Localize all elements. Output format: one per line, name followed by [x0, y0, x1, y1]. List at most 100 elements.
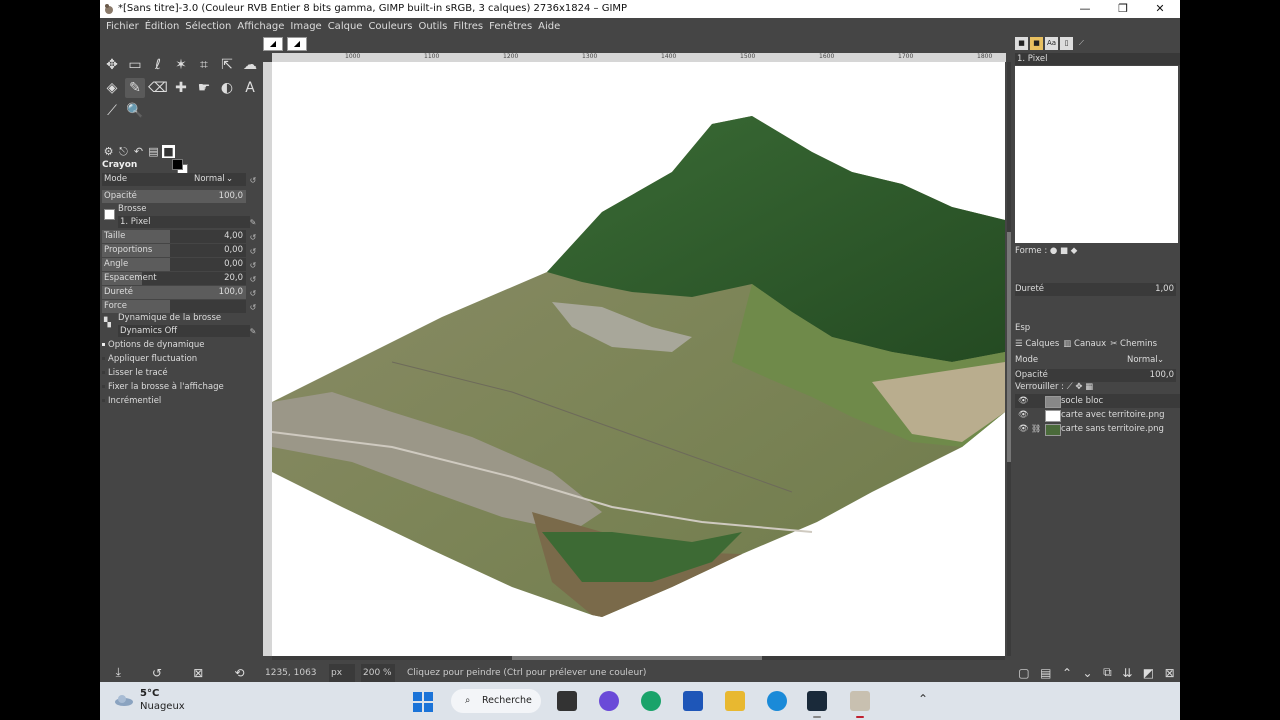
- documents-tab-icon[interactable]: ▯: [1060, 37, 1073, 50]
- image-tab-1[interactable]: ◢: [263, 37, 283, 51]
- mode-select[interactable]: Normal: [194, 173, 225, 186]
- maximize-button[interactable]: ❐: [1106, 0, 1140, 18]
- image-canvas[interactable]: [272, 62, 1005, 656]
- minimize-button[interactable]: —: [1068, 0, 1102, 18]
- visibility-eye-icon[interactable]: 👁: [1018, 394, 1029, 408]
- reset-size-icon[interactable]: ↺: [248, 231, 258, 242]
- tab-paths[interactable]: ✂ Chemins: [1110, 337, 1157, 351]
- menu-fichier[interactable]: Fichier: [103, 18, 142, 35]
- menu-fenetres[interactable]: Fenêtres: [486, 18, 535, 35]
- terminal-app-icon[interactable]: [807, 691, 827, 711]
- lock-brush-check[interactable]: Fixer la brosse à l'affichage: [102, 381, 224, 394]
- text-icon[interactable]: A: [240, 78, 260, 98]
- chain-icon[interactable]: ⛓: [1031, 422, 1041, 436]
- layer-row[interactable]: 👁 socle bloc: [1015, 394, 1180, 408]
- move-icon[interactable]: ✥: [102, 55, 122, 75]
- tab-layers[interactable]: ☰ Calques: [1015, 337, 1059, 351]
- task-view-icon[interactable]: [557, 691, 577, 711]
- visibility-eye-icon[interactable]: 👁: [1018, 422, 1029, 436]
- pencil-icon[interactable]: ✎: [125, 78, 145, 98]
- images-tab-icon[interactable]: ▤: [147, 145, 160, 158]
- brush-preview[interactable]: [1015, 66, 1178, 243]
- onedrive-icon[interactable]: [767, 691, 787, 711]
- menu-outils[interactable]: Outils: [415, 18, 450, 35]
- zoom-select[interactable]: 200 %: [361, 664, 395, 682]
- reset-spacing-icon[interactable]: ↺: [248, 273, 258, 284]
- lasso-icon[interactable]: ℓ: [148, 55, 168, 75]
- menu-image[interactable]: Image: [287, 18, 324, 35]
- smudge-icon[interactable]: ☛: [194, 78, 214, 98]
- tab-channels[interactable]: ▥ Canaux: [1063, 337, 1106, 351]
- smooth-stroke-check[interactable]: Lisser le tracé: [102, 367, 168, 380]
- active-tab-icon[interactable]: ■: [162, 145, 175, 158]
- reset-hardness-icon[interactable]: ↺: [248, 287, 258, 298]
- transform-icon[interactable]: ⇱: [217, 55, 237, 75]
- image-tab-2[interactable]: ◢: [287, 37, 307, 51]
- raise-layer-icon[interactable]: ⌃: [1062, 666, 1072, 680]
- brush-tab-icon[interactable]: ⟋: [1075, 37, 1088, 50]
- menu-selection[interactable]: Sélection: [182, 18, 234, 35]
- zoom-icon[interactable]: 🔍: [125, 101, 145, 121]
- edge-icon[interactable]: [641, 691, 661, 711]
- teams-icon[interactable]: [599, 691, 619, 711]
- foreground-color-swatch[interactable]: [172, 159, 183, 170]
- rect-select-icon[interactable]: ▭: [125, 55, 145, 75]
- heal-icon[interactable]: ✚: [171, 78, 191, 98]
- spacing-slider[interactable]: Espacement 20,0: [102, 272, 246, 285]
- menu-aide[interactable]: Aide: [535, 18, 563, 35]
- hardness-slider[interactable]: Dureté 100,0: [102, 286, 246, 299]
- menu-affichage[interactable]: Affichage: [234, 18, 287, 35]
- fuzzy-select-icon[interactable]: ✶: [171, 55, 191, 75]
- proportions-slider[interactable]: Proportions 0,00: [102, 244, 246, 257]
- brush-select[interactable]: 1. Pixel: [118, 216, 250, 228]
- reset-options-icon[interactable]: ⟲: [234, 666, 244, 680]
- layer-row[interactable]: 👁 ⛓ carte sans territoire.png: [1015, 422, 1180, 436]
- warp-icon[interactable]: ☁: [240, 55, 260, 75]
- tool-options-tab-icon[interactable]: ⚙: [102, 145, 115, 158]
- reset-icon[interactable]: ↺: [248, 174, 258, 185]
- restore-options-icon[interactable]: ↺: [152, 666, 162, 680]
- weather-condition[interactable]: Nuageux: [140, 701, 185, 712]
- reset-angle-icon[interactable]: ↺: [248, 259, 258, 270]
- cloud-icon[interactable]: [114, 694, 134, 706]
- reset-force-icon[interactable]: ↺: [248, 301, 258, 312]
- horizontal-scrollbar[interactable]: [272, 656, 1005, 660]
- menu-edition[interactable]: Édition: [142, 18, 183, 35]
- mask-icon[interactable]: ◩: [1143, 666, 1154, 680]
- brush-thumbnail[interactable]: [104, 209, 115, 220]
- duplicate-layer-icon[interactable]: ⧉: [1103, 665, 1112, 680]
- layer-mode-select[interactable]: Normal: [1127, 354, 1158, 367]
- undo-history-tab-icon[interactable]: ↶: [132, 145, 145, 158]
- lower-layer-icon[interactable]: ⌄: [1083, 666, 1093, 680]
- dyn-options-check[interactable]: Options de dynamique: [102, 339, 205, 352]
- vertical-scrollbar[interactable]: [1007, 62, 1011, 656]
- weather-temp[interactable]: 5°C: [140, 688, 159, 699]
- angle-slider[interactable]: Angle 0,00: [102, 258, 246, 271]
- merge-down-icon[interactable]: ⇊: [1122, 666, 1132, 680]
- edit-brush-icon[interactable]: ✎: [248, 216, 258, 227]
- delete-layer-icon[interactable]: ⊠: [1165, 666, 1175, 680]
- incremental-check[interactable]: Incrémentiel: [102, 395, 161, 408]
- shape-icons[interactable]: ● ■ ◆: [1050, 246, 1077, 256]
- eraser-icon[interactable]: ⌫: [148, 78, 168, 98]
- layer-row[interactable]: 👁 carte avec territoire.png: [1015, 408, 1180, 422]
- menu-couleurs[interactable]: Couleurs: [365, 18, 415, 35]
- menu-calque[interactable]: Calque: [325, 18, 366, 35]
- fg-bg-colors[interactable]: [172, 159, 188, 175]
- bucket-fill-icon[interactable]: ◈: [102, 78, 122, 98]
- opacity-slider[interactable]: Opacité 100,0: [102, 190, 246, 203]
- unit-select[interactable]: px: [329, 664, 355, 682]
- dock-hardness-row[interactable]: Dureté 1,00: [1015, 283, 1176, 296]
- gimp-app-icon[interactable]: [850, 691, 870, 711]
- dynamics-select[interactable]: Dynamics Off: [118, 325, 250, 337]
- fonts-tab-icon[interactable]: Aa: [1045, 37, 1058, 50]
- menu-filtres[interactable]: Filtres: [450, 18, 486, 35]
- new-group-icon[interactable]: ▤: [1040, 666, 1051, 680]
- taskbar-search[interactable]: ⌕ Recherche: [451, 689, 541, 713]
- save-options-icon[interactable]: ⤓: [116, 665, 121, 680]
- windows-start-icon[interactable]: [413, 692, 433, 712]
- new-layer-icon[interactable]: ▢: [1018, 666, 1029, 680]
- delete-options-icon[interactable]: ⊠: [193, 666, 203, 680]
- word-icon[interactable]: [683, 691, 703, 711]
- chevron-up-icon[interactable]: ⌃: [918, 692, 928, 706]
